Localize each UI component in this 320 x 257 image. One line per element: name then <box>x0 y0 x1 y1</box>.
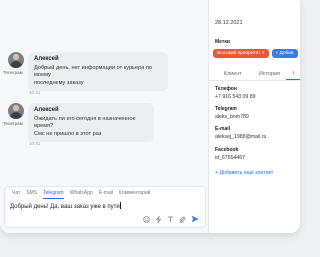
tag-list: Высокий приоритет × + Добав <box>213 49 298 58</box>
telegram-value[interactable]: aleks_bom789 <box>215 114 249 120</box>
tab-history[interactable]: История <box>259 71 280 77</box>
email-value[interactable]: aleksej_1988@mail.ru <box>215 134 266 140</box>
message-line: Смс не пришло в этот раз <box>34 130 102 137</box>
tab-whatsapp[interactable]: WhatsApp <box>70 190 93 199</box>
chat-panel: Телеграм Алексей Добрый день, нет информ… <box>0 0 208 233</box>
add-tag-button[interactable]: + Добав <box>271 49 298 58</box>
tab-comment[interactable]: Комментарий <box>119 190 151 199</box>
tab-email[interactable]: E-mail <box>99 190 113 199</box>
tab-client[interactable]: Клиент <box>224 71 242 77</box>
tab-chat[interactable]: Чат <box>12 190 20 199</box>
composer-toolbar <box>143 215 199 223</box>
channel-tabs: Чат SMS Telegram WhatsApp E-mail Коммент… <box>12 190 150 199</box>
message-bubble: Алексей Ожидать ли его сегодня в назначе… <box>28 103 154 143</box>
lightning-icon[interactable] <box>155 215 162 223</box>
contact-date: 28.12.2021 <box>215 20 243 26</box>
email-label: E-mail <box>215 126 231 132</box>
telegram-label: Telegram <box>215 106 237 112</box>
message-composer: Чат SMS Telegram WhatsApp E-mail Коммент… <box>4 186 206 228</box>
channel-label: Телеграм <box>3 121 23 126</box>
message-input[interactable]: Добрый день! Да, ваш заказ уже в пути <box>10 202 121 210</box>
channel-label: Телеграм <box>3 70 23 75</box>
tags-label: Метки <box>215 39 230 45</box>
message-time: 10:41 <box>29 141 41 146</box>
attach-icon[interactable] <box>179 216 186 223</box>
close-icon[interactable]: × <box>262 51 265 56</box>
message-time: 10:41 <box>29 90 41 95</box>
facebook-value[interactable]: id_67654467 <box>215 155 245 161</box>
tag-high-priority[interactable]: Высокий приоритет × <box>213 49 269 58</box>
message-line: Добрый день, нет информации от курьера п… <box>34 64 152 79</box>
message-author: Алексей <box>34 56 59 62</box>
avatar <box>8 103 24 119</box>
tab-telegram[interactable]: Telegram <box>43 190 64 199</box>
message-author: Алексей <box>34 107 59 113</box>
phone-value[interactable]: +7 916 543 09 89 <box>215 94 256 100</box>
contact-panel: 28.12.2021 Метки Высокий приоритет × + Д… <box>208 0 300 233</box>
send-icon[interactable] <box>191 215 199 223</box>
tab-sms[interactable]: SMS <box>26 190 37 199</box>
add-contact-button[interactable]: + Добавить ещё контакт <box>215 170 273 176</box>
text-format-icon[interactable] <box>167 216 174 223</box>
contact-tabs: Клиент История I <box>209 68 300 81</box>
message-line: Ожидать ли его сегодня в назначенное вре… <box>34 115 136 130</box>
avatar <box>8 52 24 68</box>
tab-info[interactable]: I <box>293 71 295 77</box>
phone-label: Телефон <box>215 86 237 92</box>
draft-text: Добрый день! Да, ваш заказ уже в пути <box>10 204 120 210</box>
message-bubble: Алексей Добрый день, нет информации от к… <box>28 52 168 92</box>
app-window: Телеграм Алексей Добрый день, нет информ… <box>0 0 300 233</box>
message-line: последнему заказу <box>34 79 84 86</box>
emoji-icon[interactable] <box>143 215 150 223</box>
facebook-label: Facebook <box>215 147 239 153</box>
